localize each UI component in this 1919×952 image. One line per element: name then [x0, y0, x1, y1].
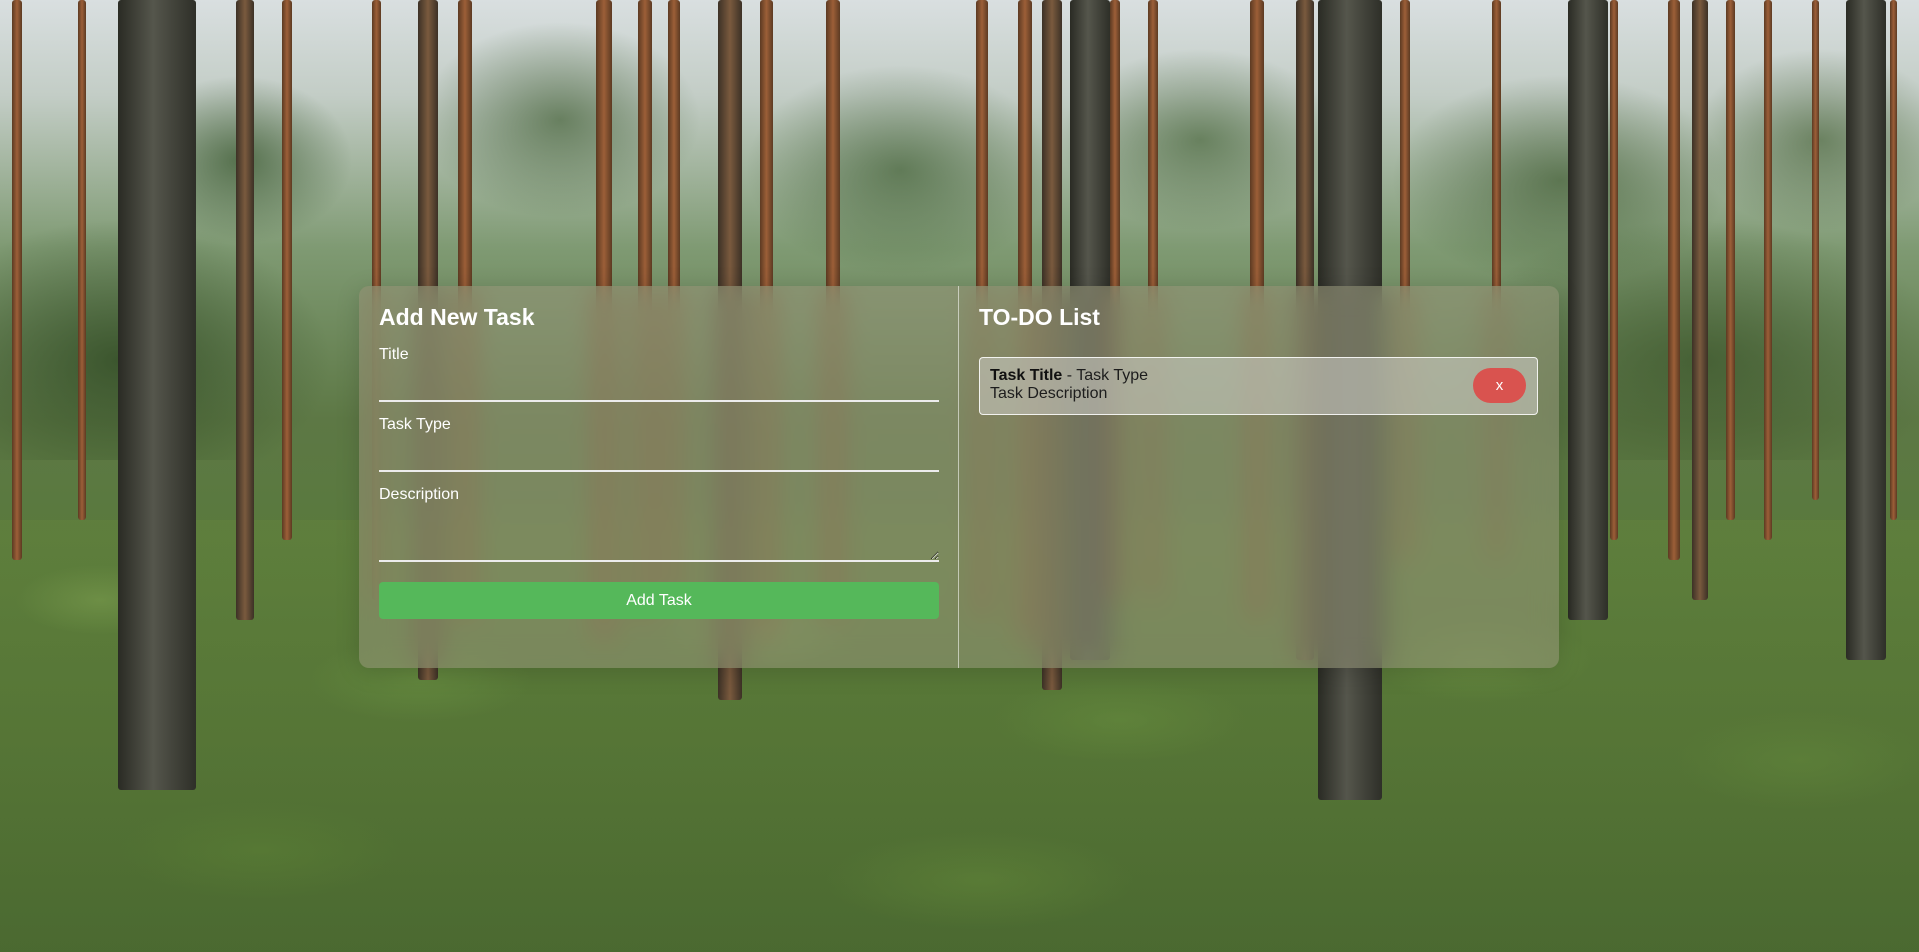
title-input[interactable]	[379, 366, 939, 402]
tree-trunk	[1610, 0, 1618, 540]
task-type-label: Task Type	[379, 416, 451, 433]
description-textarea[interactable]	[379, 506, 939, 562]
add-task-form: Add New Task Title Task Type Description…	[359, 286, 959, 668]
tree-trunk	[1890, 0, 1897, 520]
tree-trunk	[1726, 0, 1735, 520]
add-task-heading: Add New Task	[379, 304, 535, 330]
task-manager-panel: Add New Task Title Task Type Description…	[359, 286, 1559, 668]
tree-trunk	[282, 0, 292, 540]
tree-trunk	[1692, 0, 1708, 600]
todo-list: Task Title - Task Type Task Description …	[979, 357, 1539, 415]
todo-item-separator: -	[1062, 367, 1077, 384]
todo-item-description: Task Description	[990, 385, 1108, 402]
task-type-input[interactable]	[379, 436, 939, 472]
title-label: Title	[379, 346, 409, 363]
tree-trunk	[12, 0, 22, 560]
tree-trunk	[78, 0, 86, 520]
tree-trunk	[1846, 0, 1886, 660]
tree-trunk	[236, 0, 254, 620]
tree-trunk	[118, 0, 196, 790]
todo-list-section: TO-DO List Task Title - Task Type Task D…	[959, 286, 1559, 668]
tree-trunk	[1764, 0, 1772, 540]
todo-heading: TO-DO List	[979, 304, 1100, 330]
delete-task-button[interactable]: x	[1473, 368, 1526, 403]
add-task-button[interactable]: Add Task	[379, 582, 939, 619]
tree-trunk	[1812, 0, 1819, 500]
todo-item-type: Task Type	[1076, 367, 1149, 384]
todo-item-header: Task Title - Task Type	[990, 367, 1527, 385]
description-label: Description	[379, 486, 460, 503]
tree-trunk	[1568, 0, 1608, 620]
todo-item: Task Title - Task Type Task Description …	[979, 357, 1538, 415]
todo-item-title: Task Title	[990, 367, 1063, 384]
tree-trunk	[1668, 0, 1680, 560]
